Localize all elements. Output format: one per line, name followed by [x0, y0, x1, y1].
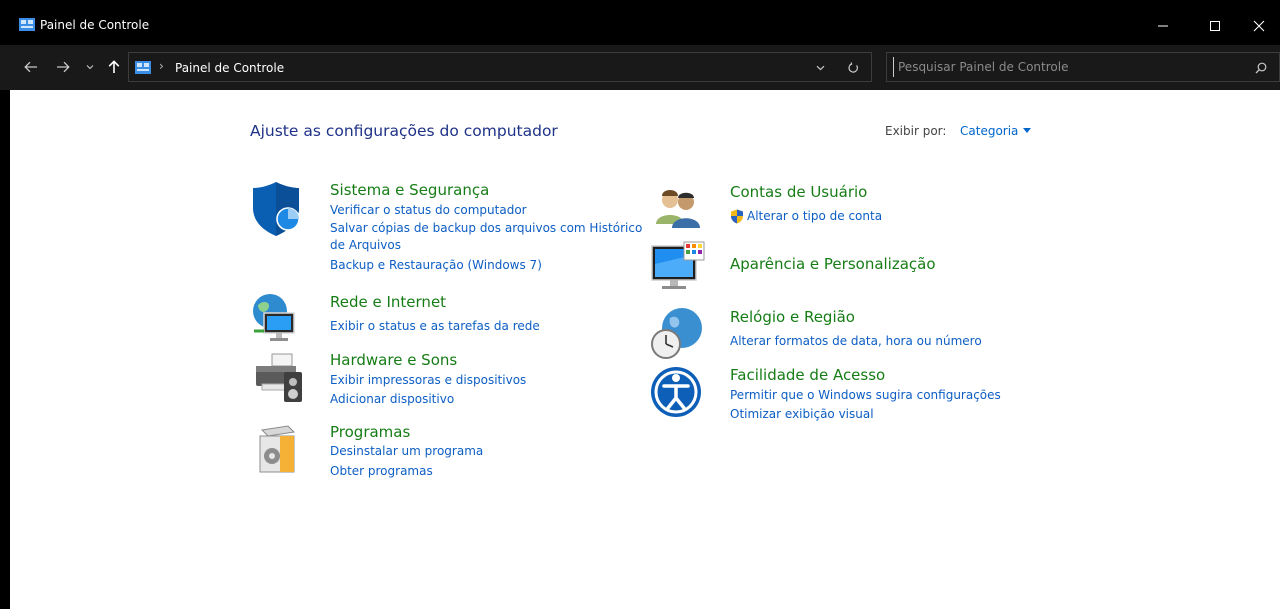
hardware-sound-heading[interactable]: Hardware e Sons — [330, 350, 457, 370]
system-link-3[interactable]: Backup e Restauração (Windows 7) — [330, 257, 542, 274]
forward-arrow-icon — [57, 61, 70, 73]
recent-locations-button[interactable] — [82, 55, 98, 79]
clock-globe-icon[interactable] — [650, 306, 706, 362]
control-panel-icon — [19, 18, 35, 31]
window-title: Painel de Controle — [40, 18, 150, 32]
refresh-icon — [848, 62, 858, 73]
uac-shield-icon — [731, 209, 743, 224]
clock-link-1[interactable]: Alterar formatos de data, hora ou número — [730, 333, 982, 350]
view-by-caret-icon[interactable] — [1023, 128, 1031, 133]
clock-region-heading[interactable]: Relógio e Região — [730, 307, 855, 327]
recent-chevron-icon — [86, 65, 94, 70]
search-button[interactable] — [1251, 58, 1271, 78]
shield-icon[interactable] — [250, 180, 306, 236]
user-accounts-heading[interactable]: Contas de Usuário — [730, 182, 867, 202]
navigation-bar: › Painel de Controle — [0, 45, 1280, 90]
close-icon — [1253, 20, 1265, 32]
minimize-button[interactable] — [1140, 12, 1186, 40]
back-arrow-icon — [24, 61, 37, 73]
forward-button[interactable] — [50, 55, 76, 79]
refresh-button[interactable] — [841, 57, 865, 79]
content-area: Ajuste as configurações do computador Ex… — [10, 90, 1280, 609]
maximize-icon — [1210, 21, 1220, 31]
maximize-button[interactable] — [1192, 12, 1238, 40]
search-input[interactable] — [893, 57, 1243, 77]
page-title: Ajuste as configurações do computador — [250, 122, 558, 140]
address-dropdown-button[interactable] — [809, 57, 831, 79]
accounts-link-1[interactable]: Alterar o tipo de conta — [747, 208, 882, 225]
hardware-link-1[interactable]: Exibir impressoras e dispositivos — [330, 372, 526, 389]
hardware-link-2[interactable]: Adicionar dispositivo — [330, 391, 454, 408]
programs-box-icon[interactable] — [250, 422, 306, 478]
up-button[interactable] — [104, 55, 124, 79]
programs-link-2[interactable]: Obter programas — [330, 463, 433, 480]
address-bar[interactable]: › Painel de Controle — [128, 52, 872, 82]
view-by-dropdown[interactable]: Categoria — [960, 123, 1018, 139]
programs-link-1[interactable]: Desinstalar um programa — [330, 443, 483, 460]
breadcrumb-separator[interactable]: › — [159, 59, 164, 73]
minimize-icon — [1158, 25, 1168, 27]
network-internet-heading[interactable]: Rede e Internet — [330, 292, 446, 312]
network-globe-icon[interactable] — [250, 291, 306, 347]
dropdown-chevron-icon — [816, 65, 824, 71]
programs-heading[interactable]: Programas — [330, 422, 410, 442]
ease-of-access-heading[interactable]: Facilidade de Acesso — [730, 365, 885, 385]
system-link-2[interactable]: Salvar cópias de backup dos arquivos com… — [330, 220, 642, 237]
network-link-1[interactable]: Exibir o status e as tarefas da rede — [330, 318, 540, 335]
system-link-1[interactable]: Verificar o status do computador — [330, 202, 527, 219]
users-icon[interactable] — [650, 180, 706, 236]
monitor-palette-icon[interactable] — [650, 240, 706, 296]
view-by-label: Exibir por: — [885, 124, 947, 138]
title-bar: Painel de Controle — [0, 0, 1280, 45]
search-box[interactable] — [886, 52, 1280, 82]
access-link-1[interactable]: Permitir que o Windows sugira configuraç… — [730, 387, 1001, 404]
close-button[interactable] — [1236, 12, 1280, 40]
printer-icon[interactable] — [250, 350, 306, 406]
appearance-heading[interactable]: Aparência e Personalização — [730, 254, 936, 274]
system-security-heading[interactable]: Sistema e Segurança — [330, 180, 489, 200]
breadcrumb[interactable]: Painel de Controle — [175, 60, 284, 76]
control-panel-icon — [135, 61, 151, 74]
back-button[interactable] — [18, 55, 44, 79]
access-link-2[interactable]: Otimizar exibição visual — [730, 406, 874, 423]
system-link-2-cont[interactable]: de Arquivos — [330, 237, 401, 254]
up-arrow-icon — [108, 60, 120, 73]
search-icon — [1255, 62, 1267, 74]
accessibility-icon[interactable] — [650, 364, 706, 420]
